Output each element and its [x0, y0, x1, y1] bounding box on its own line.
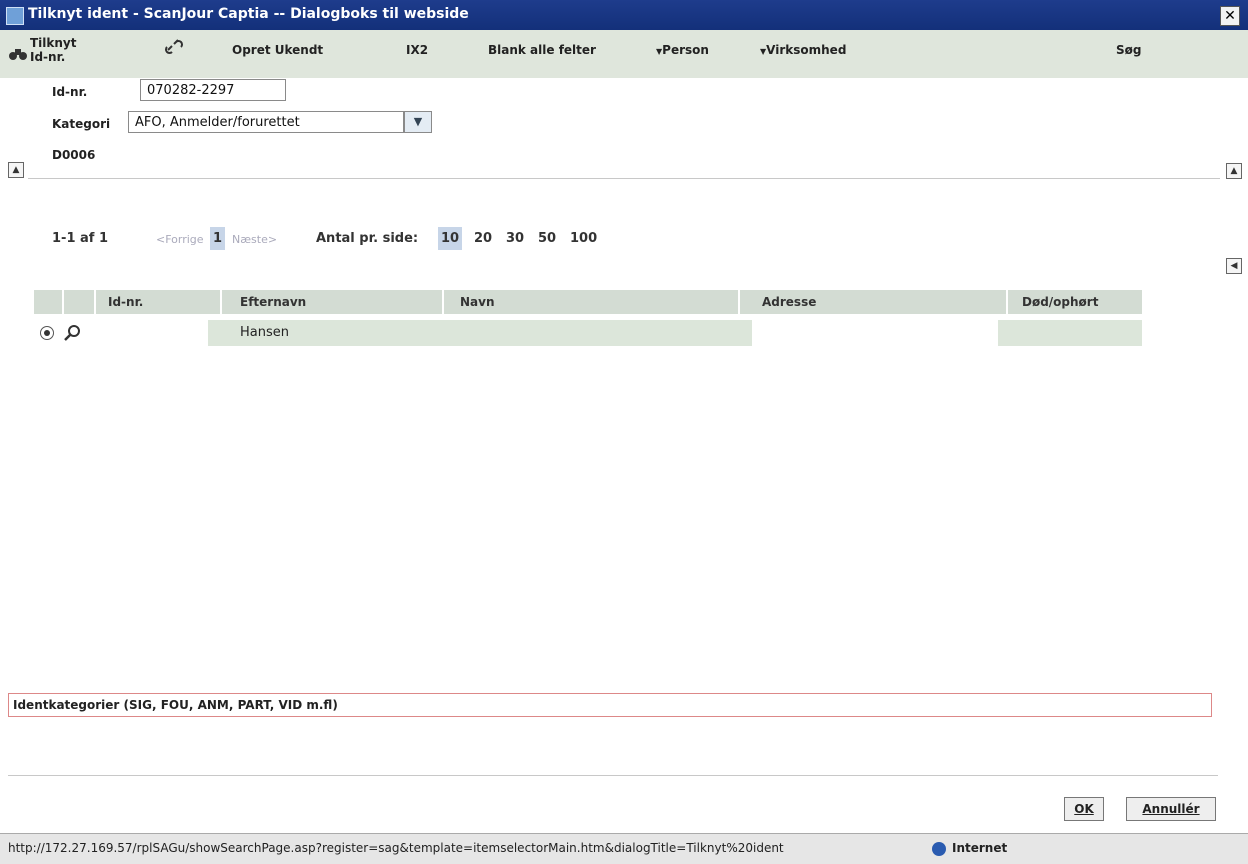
cell-dod-ophort	[998, 320, 1142, 346]
kategori-select[interactable]: AFO, Anmelder/forurettet	[128, 111, 404, 133]
window-title: Tilknyt ident - ScanJour Captia -- Dialo…	[28, 6, 469, 22]
person-menu-label: Person	[662, 43, 709, 57]
chevron-down-icon[interactable]: ▼	[404, 111, 432, 133]
window-icon	[6, 7, 24, 25]
link-icon[interactable]	[164, 38, 184, 56]
opret-ukendt-button[interactable]: Opret Ukendt	[232, 43, 323, 57]
cell-efternavn: Hansen	[208, 320, 448, 346]
binoculars-icon[interactable]	[8, 46, 28, 62]
security-zone: Internet	[952, 841, 1008, 855]
header-select-col	[34, 290, 62, 314]
ix2-button[interactable]: IX2	[406, 43, 428, 57]
status-bar: http://172.27.169.57/rplSAGu/showSearchP…	[0, 833, 1248, 864]
sog-button[interactable]: Søg	[1116, 43, 1141, 57]
cancel-button[interactable]: Annullér	[1126, 797, 1216, 821]
cell-navn	[448, 320, 752, 346]
cell-idnr	[96, 320, 208, 346]
next-page-link[interactable]: Næste>	[232, 233, 277, 246]
globe-icon	[932, 842, 946, 856]
title-bar: Tilknyt ident - ScanJour Captia -- Dialo…	[0, 0, 1248, 30]
header-efternavn[interactable]: Efternavn	[222, 290, 442, 314]
virksomhed-menu-label: Virksomhed	[766, 43, 847, 57]
ok-button[interactable]: OK	[1064, 797, 1104, 821]
idnr-input[interactable]: 070282-2297	[140, 79, 286, 101]
identkategorier-field[interactable]: Identkategorier (SIG, FOU, ANM, PART, VI…	[8, 693, 1212, 717]
cell-adresse	[752, 320, 998, 346]
status-url: http://172.27.169.57/rplSAGu/showSearchP…	[8, 841, 784, 855]
per-page-option-100[interactable]: 100	[570, 231, 597, 246]
collapse-left-icon[interactable]: ◀	[1226, 258, 1242, 274]
header-dod-ophort[interactable]: Død/ophørt	[1008, 290, 1142, 314]
header-navn[interactable]: Navn	[444, 290, 738, 314]
tilknyt-button[interactable]: Tilknyt Id-nr.	[30, 36, 90, 64]
current-page[interactable]: 1	[210, 227, 226, 250]
per-page-option-20[interactable]: 20	[474, 231, 492, 246]
header-idnr[interactable]: Id-nr.	[96, 290, 220, 314]
kategori-label: Kategori	[52, 117, 111, 131]
per-page-option-50[interactable]: 50	[538, 231, 556, 246]
blank-alle-felter-button[interactable]: Blank alle felter	[488, 43, 596, 57]
prev-page-link[interactable]: <Forrige	[156, 233, 204, 246]
close-button[interactable]: ✕	[1220, 6, 1240, 26]
magnifier-icon[interactable]	[64, 324, 82, 342]
row-radio[interactable]	[40, 326, 54, 340]
toolbar: Tilknyt Id-nr. Opret Ukendt IX2 Blank al…	[0, 30, 1248, 78]
idnr-label: Id-nr.	[52, 85, 88, 99]
header-adresse[interactable]: Adresse	[740, 290, 1006, 314]
divider	[28, 178, 1220, 179]
collapse-up-icon-left[interactable]: ▲	[8, 162, 24, 178]
bottom-divider	[8, 775, 1218, 776]
per-page-label: Antal pr. side:	[316, 231, 419, 246]
person-menu[interactable]: ▼Person	[656, 43, 709, 57]
result-range: 1-1 af 1	[52, 231, 109, 246]
per-page-option-10[interactable]: 10	[438, 227, 463, 250]
collapse-up-icon-right[interactable]: ▲	[1226, 163, 1242, 179]
record-code: D0006	[52, 148, 96, 162]
header-action-col	[64, 290, 94, 314]
virksomhed-menu[interactable]: ▼Virksomhed	[760, 43, 846, 57]
per-page-option-30[interactable]: 30	[506, 231, 524, 246]
